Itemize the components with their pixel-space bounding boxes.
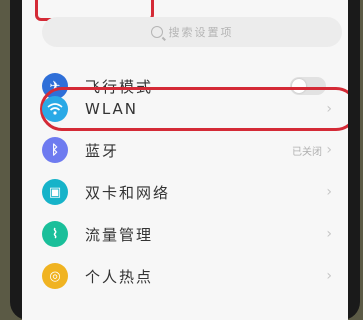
setting-label: 个人热点 <box>85 267 154 286</box>
search-icon <box>150 26 163 38</box>
setting-label: 蓝牙 <box>85 141 120 160</box>
setting-row-dual-sim[interactable]: ▣ 双卡和网络 › <box>22 172 348 212</box>
chevron-right-icon: › <box>326 268 332 284</box>
sim-icon: ▣ <box>42 179 68 205</box>
search-placeholder: 搜索设置项 <box>168 26 234 39</box>
bluetooth-icon: ᛒ <box>42 137 68 163</box>
wifi-icon <box>42 96 68 122</box>
setting-row-wlan[interactable]: WLAN › <box>22 89 348 129</box>
setting-label: 双卡和网络 <box>85 183 171 202</box>
data-usage-icon: ⌇ <box>42 221 68 247</box>
setting-row-hotspot[interactable]: ◎ 个人热点 › <box>22 256 348 296</box>
chevron-right-icon: › <box>326 101 332 117</box>
chevron-right-icon: › <box>326 142 332 158</box>
settings-screen: 搜索设置项 ✈ 飞行模式 WLAN › ᛒ 蓝牙 已关闭 › ▣ 双卡和网络 ›… <box>22 0 348 320</box>
setting-label: WLAN <box>85 100 139 118</box>
hotspot-icon: ◎ <box>42 263 68 289</box>
chevron-right-icon: › <box>326 226 332 242</box>
setting-row-bluetooth[interactable]: ᛒ 蓝牙 已关闭 › <box>22 130 348 170</box>
setting-row-data-usage[interactable]: ⌇ 流量管理 › <box>22 214 348 254</box>
setting-label: 流量管理 <box>85 225 154 244</box>
search-bar[interactable]: 搜索设置项 <box>42 17 342 47</box>
chevron-right-icon: › <box>326 184 332 200</box>
bluetooth-status: 已关闭 <box>292 146 322 158</box>
